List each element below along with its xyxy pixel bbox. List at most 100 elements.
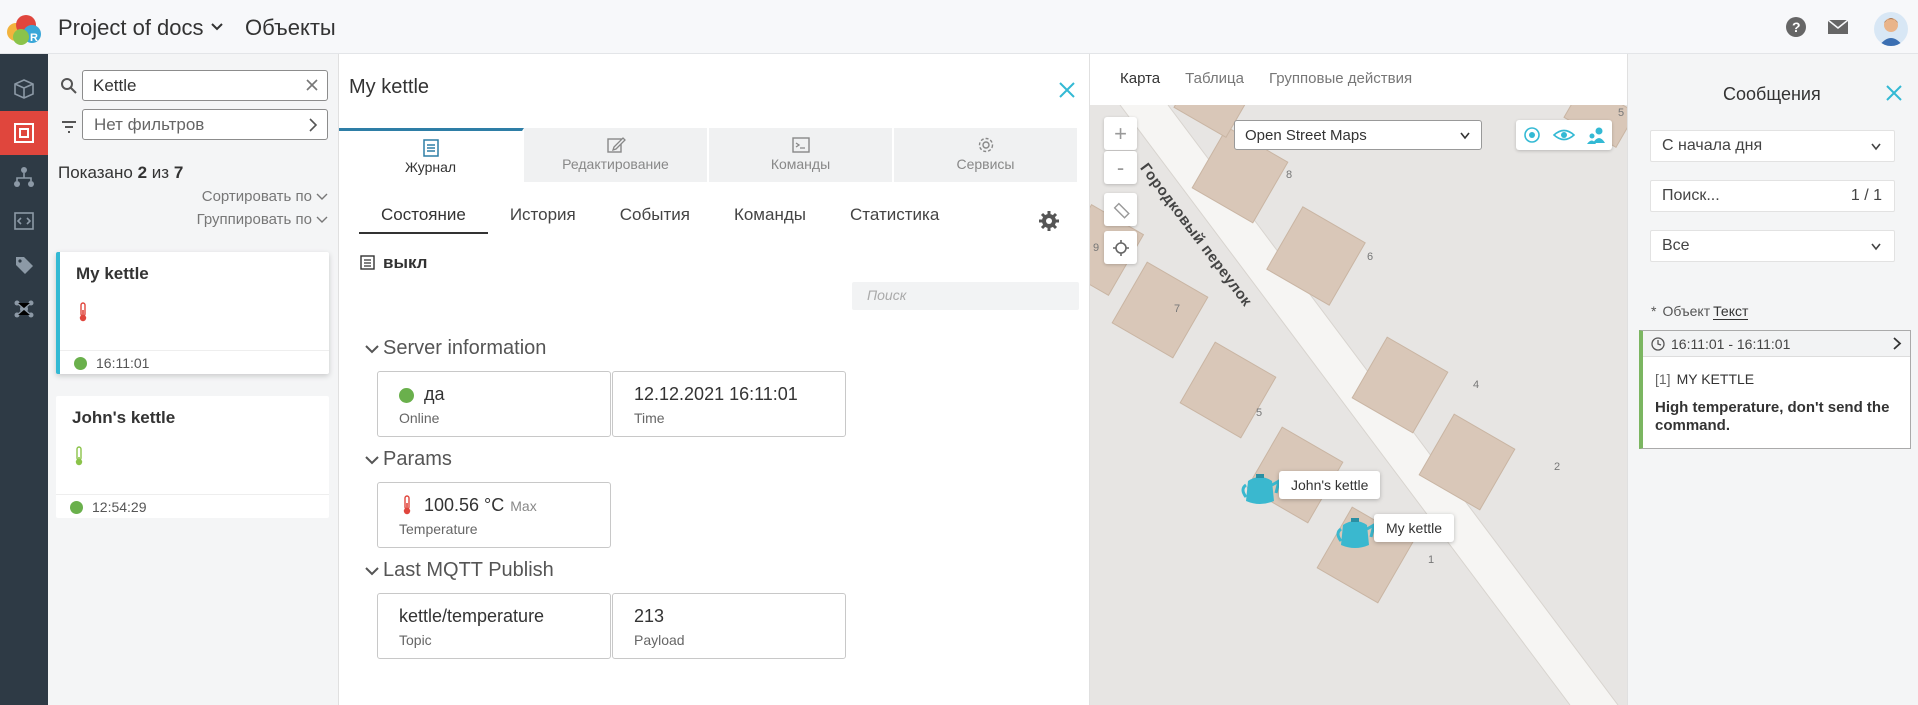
param-payload: 213 Payload (612, 593, 846, 659)
params-search-placeholder: Поиск (867, 287, 907, 303)
chevron-down-icon (316, 216, 328, 223)
clear-search-icon[interactable] (305, 78, 319, 92)
user-avatar[interactable] (1874, 12, 1908, 46)
rail-network-button[interactable] (0, 287, 48, 331)
building-number: 8 (1286, 169, 1293, 181)
rail-monitoring-button[interactable] (0, 111, 48, 155)
object-time: 16:11:01 (96, 355, 150, 371)
filter-selector[interactable]: Нет фильтров (82, 109, 328, 140)
chevron-down-icon[interactable] (364, 344, 380, 356)
period-select[interactable]: С начала дня (1650, 130, 1895, 162)
chevron-down-icon (1871, 143, 1881, 151)
mail-icon[interactable] (1826, 15, 1850, 39)
search-box (82, 70, 328, 101)
group-dropdown[interactable]: Группировать по (197, 211, 328, 228)
project-title[interactable]: Project of docs (58, 15, 204, 41)
params-search-input[interactable]: Поиск (852, 282, 1079, 310)
map-tabs: Карта Таблица Групповые действия (1120, 70, 1437, 87)
building-number: 4 (1473, 379, 1480, 391)
marker-label[interactable]: John's kettle (1279, 471, 1381, 499)
sort-dropdown[interactable]: Сортировать по (202, 188, 328, 205)
text-link[interactable]: Текст (1713, 303, 1749, 320)
chevron-down-icon (1871, 243, 1881, 251)
object-search-input[interactable] (83, 71, 283, 101)
kettle-marker-icon[interactable] (1335, 515, 1375, 551)
users-icon[interactable] (1586, 125, 1606, 145)
top-bar: R Project of docs Объекты ? (0, 0, 1918, 54)
chevron-down-icon[interactable] (364, 566, 380, 578)
param-value: 100.56 °C Max (424, 495, 537, 516)
messages-panel: Сообщения С начала дня Поиск... 1 / 1 Вс… (1627, 54, 1918, 705)
locate-button[interactable] (1104, 231, 1137, 264)
rail-code-button[interactable] (0, 199, 48, 243)
zoom-in-button[interactable]: + (1104, 117, 1137, 150)
chevron-down-icon[interactable] (209, 19, 225, 35)
messages-title: Сообщения (1723, 84, 1821, 104)
marker-label[interactable]: My kettle (1374, 514, 1455, 542)
map-layer-select[interactable]: Open Street Maps (1234, 120, 1482, 150)
shown-number: 2 (137, 163, 148, 182)
tab-journal[interactable]: Журнал (339, 128, 524, 182)
subtab-events[interactable]: События (598, 202, 712, 234)
subtab-history[interactable]: История (488, 202, 598, 234)
detail-main-tabs: Журнал Редактирование Команды Сервисы (339, 128, 1079, 182)
ruler-button[interactable] (1104, 193, 1137, 226)
thermometer-icon (79, 302, 87, 322)
code-icon (14, 212, 34, 230)
message-type-select[interactable]: Все (1650, 230, 1895, 262)
message-item[interactable]: 16:11:01 - 16:11:01 [1] MY KETTLE High te… (1639, 330, 1911, 449)
eye-icon[interactable] (1552, 125, 1575, 145)
subtab-state[interactable]: Состояние (359, 202, 488, 234)
object-card[interactable]: John's kettle 12:54:29 (56, 396, 329, 518)
tab-services[interactable]: Сервисы (894, 128, 1079, 182)
target-icon[interactable] (1522, 125, 1542, 145)
close-icon[interactable] (1885, 84, 1903, 102)
shown-prefix: Показано (58, 163, 133, 182)
map-panel: Карта Таблица Групповые действия 8 6 7 5… (1090, 54, 1627, 705)
object-card-footer: 16:11:01 (60, 350, 329, 374)
left-nav-rail (0, 54, 48, 705)
clock-icon (1651, 337, 1665, 351)
message-header: 16:11:01 - 16:11:01 (1643, 331, 1910, 357)
group-last-mqtt-publish[interactable]: Last MQTT Publish (383, 559, 554, 582)
chevron-right-icon[interactable] (1892, 337, 1902, 350)
message-object-name: MY KETTLE (1676, 371, 1755, 387)
shown-sep: из (151, 163, 170, 182)
tab-commands[interactable]: Команды (709, 128, 894, 182)
temperature-value: 100.56 °C (424, 495, 505, 515)
zoom-out-button[interactable]: - (1104, 151, 1137, 184)
rail-hierarchy-button[interactable] (0, 155, 48, 199)
tab-map[interactable]: Карта (1120, 70, 1160, 87)
terminal-icon (791, 137, 810, 153)
param-label: Payload (634, 632, 685, 648)
svg-text:?: ? (1792, 19, 1801, 35)
close-icon[interactable] (1057, 80, 1077, 100)
subtab-statistics[interactable]: Статистика (828, 202, 961, 234)
map-canvas[interactable]: 8 6 7 5 4 3 2 1 9 5 Городковый переулок … (1090, 105, 1627, 705)
tag-icon (16, 257, 33, 274)
chevron-down-icon[interactable] (364, 455, 380, 467)
group-params[interactable]: Params (383, 448, 452, 471)
param-time: 12.12.2021 16:11:01 Time (612, 371, 846, 437)
app-logo-icon[interactable]: R (4, 12, 44, 46)
tab-table[interactable]: Таблица (1185, 70, 1244, 87)
state-toggle-icon (360, 255, 375, 270)
object-card[interactable]: My kettle 16:11:01 (56, 252, 329, 374)
period-value: С начала дня (1662, 137, 1763, 154)
filter-icon (62, 121, 76, 133)
rail-tags-button[interactable] (0, 243, 48, 287)
group-server-information[interactable]: Server information (383, 337, 546, 360)
message-type-value: Все (1662, 237, 1690, 254)
messages-search-input[interactable]: Поиск... 1 / 1 (1650, 180, 1895, 212)
rail-objects-button[interactable] (0, 67, 48, 111)
help-icon[interactable]: ? (1784, 15, 1808, 39)
param-label: Online (399, 410, 440, 426)
objects-list-panel: Нет фильтров Показано 2 из 7 Сортировать… (48, 54, 339, 705)
gear-icon[interactable] (1038, 210, 1060, 232)
tab-group-actions[interactable]: Групповые действия (1269, 70, 1412, 87)
map-tool-buttons (1516, 120, 1612, 150)
svg-text:R: R (30, 32, 38, 44)
kettle-marker-icon[interactable] (1240, 471, 1280, 507)
tab-edit[interactable]: Редактирование (524, 128, 709, 182)
subtab-commands[interactable]: Команды (712, 202, 828, 234)
